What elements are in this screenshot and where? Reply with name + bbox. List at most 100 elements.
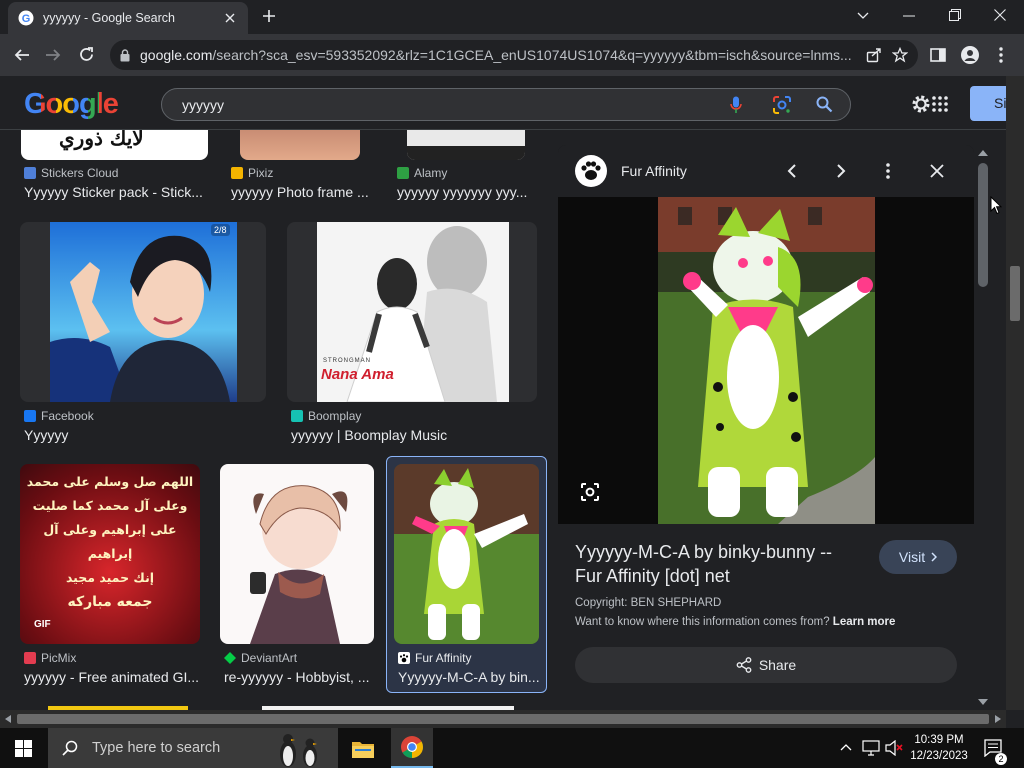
scroll-left-arrow-icon[interactable] — [5, 715, 11, 723]
result-source-label: Fur Affinity — [415, 651, 472, 665]
google-apps-grid-icon[interactable] — [932, 96, 948, 112]
bookmark-star-icon[interactable] — [892, 47, 908, 63]
panel-scrollbar[interactable] — [974, 145, 992, 710]
close-tab-icon[interactable] — [222, 10, 238, 26]
settings-gear-icon[interactable] — [910, 93, 932, 115]
result-source: DeviantArt — [224, 651, 297, 665]
google-logo[interactable]: Google — [24, 88, 119, 121]
thumbnail-alamy[interactable] — [407, 130, 525, 160]
cover-nana-ama-text: Nana Ama — [321, 366, 394, 383]
new-tab-icon[interactable] — [262, 9, 276, 23]
restore-window-icon[interactable] — [949, 9, 961, 21]
result-title[interactable]: Yyyyyy-M-C-A by bin... — [398, 669, 540, 685]
taskbar-search-box[interactable]: Type here to search — [48, 728, 338, 768]
page-scroll-thumb[interactable] — [1010, 266, 1020, 321]
taskbar-chrome-button[interactable] — [391, 728, 433, 768]
clock-date: 12/23/2023 — [910, 750, 968, 762]
thumbnail-photo-frame[interactable] — [240, 130, 360, 160]
learn-more-link[interactable]: Learn more — [833, 616, 896, 628]
next-result-chevron-icon[interactable] — [836, 163, 846, 179]
reload-icon[interactable] — [78, 46, 95, 63]
search-box[interactable]: yyyyyy — [161, 88, 851, 121]
image-result-stickers-cloud[interactable]: لايك ذوري Stickers Cloud Yyyyyy Sticker … — [20, 130, 208, 205]
forward-arrow-icon[interactable] — [45, 47, 61, 63]
google-logo-text: Google — [24, 88, 119, 120]
panel-result-title[interactable]: Yyyyyy-M-C-A by binky-bunny -- Fur Affin… — [575, 540, 855, 588]
search-query[interactable]: yyyyyy — [182, 97, 224, 113]
scroll-right-arrow-icon[interactable] — [995, 715, 1001, 723]
address-bar[interactable]: google.com/search?sca_esv=593352092&rlz=… — [110, 40, 918, 70]
tab-search-chevron-icon[interactable] — [857, 10, 869, 20]
url-path: /search?sca_esv=593352092&rlz=1C1GCEA_en… — [212, 47, 852, 63]
windows-taskbar: Type here to search 10:39 PM 12/23/2023 … — [0, 728, 1024, 768]
system-clock[interactable]: 10:39 PM 12/23/2023 — [904, 732, 974, 764]
preview-fursuit-image[interactable] — [658, 197, 875, 524]
chrome-logo-icon — [401, 736, 423, 758]
copyright-text: Copyright: BEN SHEPHARD — [575, 597, 722, 609]
result-title[interactable]: yyyyyy Photo frame ... — [231, 184, 377, 200]
share-page-icon[interactable] — [866, 47, 882, 63]
close-panel-icon[interactable] — [930, 164, 944, 178]
network-icon[interactable] — [862, 740, 880, 756]
share-icon — [736, 657, 752, 673]
browser-tab[interactable]: G yyyyyy - Google Search — [8, 2, 248, 34]
result-title[interactable]: Yyyyyy Sticker pack - Stick... — [24, 184, 208, 200]
arabic-greeting: اللهم صل وسلم على محمد وعلى آل محمد كما … — [20, 470, 200, 614]
search-inside-image-lens-icon[interactable] — [580, 482, 600, 502]
side-panel-icon[interactable] — [930, 47, 946, 63]
horizontal-scrollbar[interactable] — [0, 710, 1006, 728]
previous-result-chevron-icon[interactable] — [787, 163, 797, 179]
back-arrow-icon[interactable] — [14, 47, 30, 63]
image-result-picmix[interactable]: اللهم صل وسلم على محمد وعلى آل محمد كما … — [20, 464, 200, 690]
thumbnail-sticker[interactable]: لايك ذوري — [21, 130, 208, 160]
share-button[interactable]: Share — [575, 647, 957, 683]
taskbar-search-placeholder: Type here to search — [92, 740, 221, 756]
taskbar-search-icon — [62, 740, 78, 756]
minimize-window-icon[interactable] — [903, 15, 915, 17]
thumbnail-green-fursuit[interactable] — [394, 464, 539, 644]
panel-source-name[interactable]: Fur Affinity — [621, 163, 687, 179]
page-scrollbar[interactable] — [1006, 76, 1024, 710]
google-lens-icon[interactable] — [772, 95, 792, 115]
thumbnail-frame[interactable]: STRONGMAN Nana Ama — [287, 222, 537, 402]
volume-muted-icon[interactable] — [885, 740, 903, 756]
more-options-icon[interactable] — [886, 163, 890, 179]
scroll-up-arrow-icon[interactable] — [978, 150, 988, 156]
result-source-label: Pixiz — [248, 166, 274, 180]
search-magnifier-icon[interactable] — [816, 96, 833, 113]
result-title[interactable]: yyyyyy | Boomplay Music — [291, 427, 535, 443]
result-title[interactable]: re-yyyyyy - Hobbyist, ... — [224, 669, 374, 685]
image-result-alamy[interactable]: Alamy yyyyyy yyyyyyy yyy... — [396, 130, 546, 205]
image-result-pixiz[interactable]: Pixiz yyyyyy Photo frame ... — [228, 130, 378, 205]
result-title[interactable]: yyyyyy - Free animated GI... — [24, 669, 200, 685]
sign-in-button[interactable]: Si — [970, 86, 1006, 121]
alamy-favicon-icon — [397, 167, 409, 179]
thumbnail-jumaa-mubarak[interactable]: اللهم صل وسلم على محمد وعلى آل محمد كما … — [20, 464, 200, 644]
deviantart-favicon-icon — [224, 652, 236, 664]
result-title[interactable]: Yyyyyy — [24, 427, 264, 443]
close-window-icon[interactable] — [994, 9, 1006, 21]
windows-start-icon[interactable] — [15, 740, 32, 757]
panel-scroll-thumb[interactable] — [978, 163, 988, 287]
image-result-deviantart[interactable]: DeviantArt re-yyyyyy - Hobbyist, ... — [220, 464, 375, 690]
chevron-right-icon — [931, 552, 938, 562]
stickers-cloud-favicon-icon — [24, 167, 36, 179]
mouse-cursor-icon — [990, 196, 1002, 215]
voice-search-mic-icon[interactable] — [730, 96, 742, 114]
google-favicon-icon: G — [18, 10, 34, 26]
file-explorer-folder-icon[interactable] — [352, 740, 374, 758]
scroll-down-arrow-icon[interactable] — [978, 699, 988, 705]
chrome-menu-icon[interactable] — [999, 47, 1003, 63]
profile-avatar-icon[interactable] — [961, 46, 979, 64]
thumbnail-frame[interactable]: 2/8 — [20, 222, 266, 402]
image-result-boomplay[interactable]: STRONGMAN Nana Ama Boomplay yyyyyy | Boo… — [287, 222, 537, 452]
notification-count-badge: 2 — [995, 753, 1007, 765]
thumbnail-anime-character[interactable] — [220, 464, 374, 644]
result-source-label: Facebook — [41, 409, 94, 423]
image-result-fur-affinity-selected[interactable]: Fur Affinity Yyyyyy-M-C-A by bin... — [386, 456, 547, 693]
visit-button[interactable]: Visit — [879, 540, 957, 574]
show-hidden-icons-chevron-icon[interactable] — [840, 743, 852, 751]
horizontal-scroll-thumb[interactable] — [17, 714, 989, 724]
image-result-facebook[interactable]: 2/8 Facebook Yyyyyy — [20, 222, 266, 452]
result-title[interactable]: yyyyyy yyyyyyy yyy... — [397, 184, 533, 200]
